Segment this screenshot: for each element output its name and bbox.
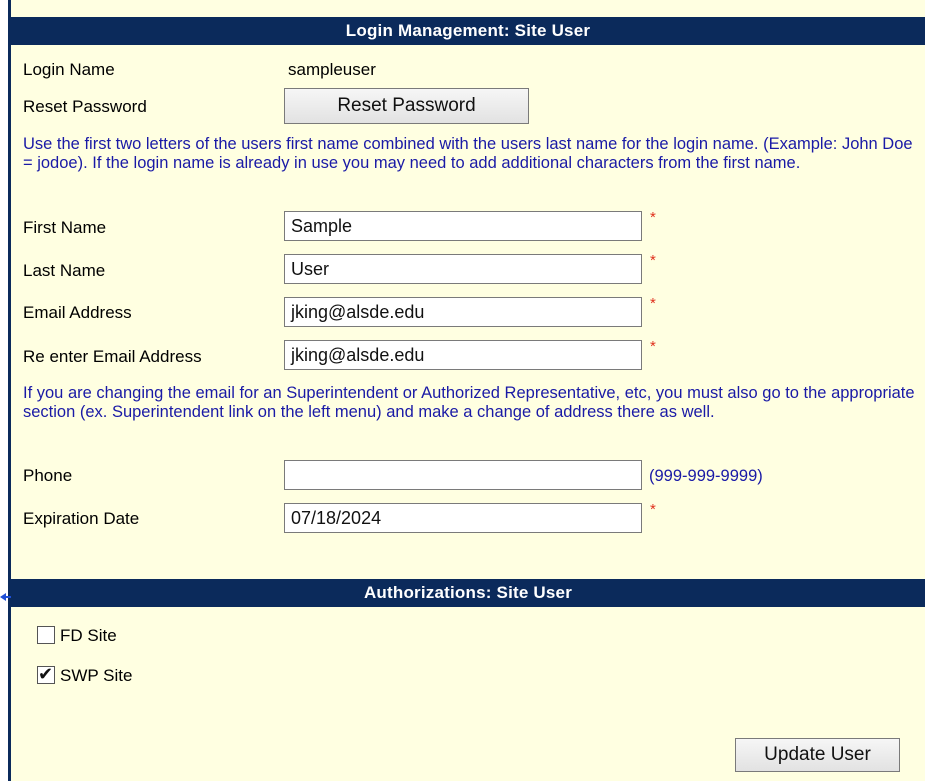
expiration-date-label: Expiration Date [23,509,140,528]
email-required-marker: * [650,295,656,312]
phone-input[interactable] [284,460,642,490]
authorizations-header: Authorizations: Site User [11,579,925,607]
first-name-required-marker: * [650,209,656,226]
fd-site-checkbox[interactable] [37,626,55,644]
first-name-label: First Name [23,218,107,237]
update-user-button[interactable]: Update User [735,738,900,772]
phone-format-hint: (999-999-9999) [649,467,763,485]
reenter-email-label: Re enter Email Address [23,347,202,366]
swp-site-checkbox[interactable]: ✔ [37,664,55,684]
last-name-required-marker: * [650,252,656,269]
phone-label: Phone [23,466,73,485]
login-name-value: sampleuser [288,60,376,79]
email-change-note: If you are changing the email for an Sup… [23,384,915,421]
reset-password-button[interactable]: Reset Password [284,88,529,124]
login-name-instructions: Use the first two letters of the users f… [23,135,913,172]
expiration-date-required-marker: * [650,501,656,518]
arrow-head [0,593,6,601]
reset-password-label: Reset Password [23,97,147,116]
login-management-panel: Login Management: Site User Login Name s… [11,0,925,781]
login-name-label: Login Name [23,60,115,79]
last-name-input[interactable]: User [284,254,642,284]
fd-site-label: FD Site [60,626,117,645]
first-name-input[interactable]: Sample [284,211,642,241]
swp-site-label: SWP Site [60,666,133,685]
login-management-header: Login Management: Site User [11,17,925,45]
reenter-email-required-marker: * [650,338,656,355]
expiration-date-input[interactable]: 07/18/2024 [284,503,642,533]
checkmark-icon: ✔ [38,664,54,684]
reenter-email-input[interactable]: jking@alsde.edu [284,340,642,370]
email-label: Email Address [23,303,132,322]
email-input[interactable]: jking@alsde.edu [284,297,642,327]
last-name-label: Last Name [23,261,106,280]
